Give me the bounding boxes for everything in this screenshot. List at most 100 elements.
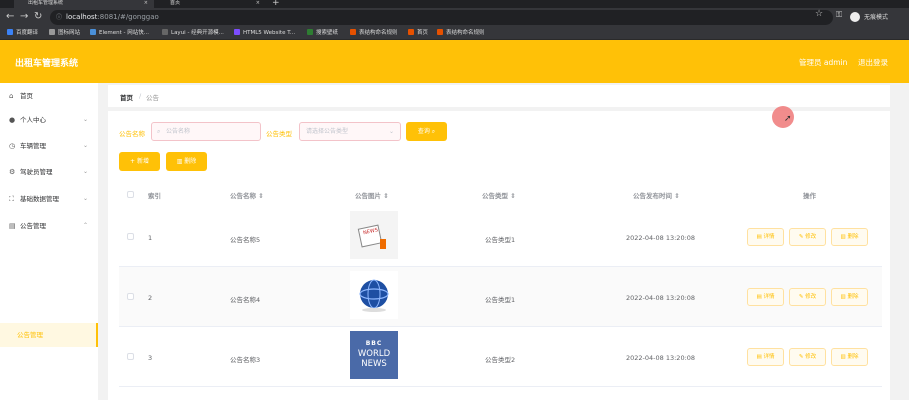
row-notice-type: 公告类型1 — [485, 296, 516, 304]
bookmark-wallpaper[interactable]: 搜索壁纸 — [307, 29, 338, 38]
sidebar-item-personal-center[interactable]: ● 个人中心 ⌄ — [0, 107, 98, 133]
detail-button[interactable]: ▤ 详情 — [747, 228, 784, 246]
bookmark-home[interactable]: 首页 — [408, 29, 428, 38]
row-checkbox[interactable] — [127, 293, 134, 300]
sidebar-item-basic-data[interactable]: ⛶ 基础数据管理 ⌄ — [0, 186, 98, 212]
column-image-label: 公告图片 — [355, 192, 381, 200]
row-checkbox[interactable] — [127, 353, 134, 360]
detail-button[interactable]: ▤ 详情 — [747, 288, 784, 306]
browser-tab-home[interactable]: 首页 × — [156, 0, 266, 8]
bookmark-label: Element - 网站快... — [99, 30, 149, 36]
bookmark-element[interactable]: Element - 网站快... — [90, 29, 149, 38]
column-index[interactable]: 索引 — [148, 190, 161, 200]
sort-icon[interactable]: ⇕ — [510, 192, 515, 200]
row-delete-button[interactable]: ▥ 删除 — [831, 228, 868, 246]
settings-icon: ⚙ — [9, 168, 16, 176]
info-icon[interactable]: ⓘ — [56, 10, 62, 25]
query-button-label: 查询 — [417, 128, 430, 135]
sidebar-subitem-label: 公告管理 — [17, 331, 43, 339]
sidebar: 公告管理 ⌂ 首页 ● 个人中心 ⌄ ◷ 车辆管理 ⌄ ⚙ 驾驶员管理 ⌄ ⛶ 基础数据管理 ⌄ ▤ 公告管理… — [0, 83, 98, 400]
sidebar-subitem-notice-management[interactable]: 公告管理 — [0, 323, 98, 347]
clock-icon: ◷ — [9, 142, 16, 150]
bbc-world-news-logo: BBC WORLD NEWS — [350, 331, 398, 379]
favicon-icon — [7, 29, 13, 35]
bookmark-label: 表结构命名规则 — [359, 30, 398, 36]
column-image[interactable]: 公告图片 ⇕ — [355, 190, 389, 200]
bookmark-table-naming-2[interactable]: 表结构命名规则 — [437, 29, 485, 38]
bookmark-html5[interactable]: HTML5 Website T... — [234, 29, 295, 38]
chevron-down-icon: ⌄ — [83, 168, 89, 175]
row-notice-type: 公告类型1 — [485, 236, 516, 244]
input-placeholder: 公告名称 — [166, 128, 191, 135]
forward-icon[interactable]: → — [20, 11, 28, 23]
bookmark-label: 搜索壁纸 — [316, 30, 339, 36]
query-button[interactable]: 查询 ⌕ — [406, 122, 447, 141]
column-type[interactable]: 公告类型 ⇕ — [482, 190, 516, 200]
browser-tab-active[interactable]: 出租车管理系统 × — [14, 0, 154, 8]
notice-name-input[interactable]: ⌕ 公告名称 — [151, 122, 261, 141]
column-name[interactable]: 公告名称 ⇕ — [230, 190, 264, 200]
add-button-label: 新增 — [136, 158, 149, 165]
bookmark-baidu-translate[interactable]: 百度翻译 — [7, 29, 38, 38]
incognito-label[interactable]: 无痕模式 — [864, 12, 888, 21]
new-tab-icon[interactable]: + — [272, 0, 280, 8]
chevron-down-icon: ⌄ — [83, 116, 89, 123]
sidebar-item-vehicle-management[interactable]: ◷ 车辆管理 ⌄ — [0, 133, 98, 159]
delete-button[interactable]: ▥ 删除 — [166, 152, 207, 171]
sort-icon[interactable]: ⇕ — [258, 192, 263, 200]
table-row: 1 公告名称5 NEWS 公告类型1 2022-04-08 13:20:08 ▤ 详情 ✎ … — [119, 207, 882, 267]
bank-icon: ▤ — [9, 222, 16, 230]
favicon-icon — [437, 29, 443, 35]
favicon-icon — [162, 29, 168, 35]
row-checkbox[interactable] — [127, 233, 134, 240]
bookmark-table-naming[interactable]: 表结构命名规则 — [350, 29, 398, 38]
pencil-icon: ✎ — [798, 354, 804, 360]
detail-button[interactable]: ▤ 详情 — [747, 348, 784, 366]
column-name-label: 公告名称 — [230, 192, 256, 200]
row-notice-name: 公告名称5 — [230, 236, 261, 244]
row-index: 2 — [148, 294, 153, 302]
chevron-down-icon: ⌄ — [388, 128, 394, 135]
select-all-checkbox[interactable] — [127, 191, 134, 198]
edit-button[interactable]: ✎ 修改 — [789, 228, 826, 246]
key-icon[interactable]: ⚿ — [836, 10, 842, 20]
select-placeholder: 请选择公告类型 — [306, 128, 349, 135]
bookmark-layui[interactable]: Layui - 经典开源模... — [162, 29, 224, 38]
tab-title: 首页 — [170, 0, 181, 6]
plus-icon: + — [130, 158, 136, 165]
bookmark-label: 表结构命名规则 — [446, 30, 485, 36]
row-notice-image — [350, 271, 398, 319]
logout-link[interactable]: 退出登录 — [858, 57, 888, 68]
notice-type-select[interactable]: 请选择公告类型 ⌄ — [299, 122, 401, 141]
close-icon[interactable]: × — [144, 0, 148, 7]
edit-button[interactable]: ✎ 修改 — [789, 288, 826, 306]
trash-icon: ▥ — [840, 294, 846, 300]
sort-icon[interactable]: ⇕ — [674, 192, 679, 200]
sidebar-item-driver-management[interactable]: ⚙ 驾驶员管理 ⌄ — [0, 159, 98, 185]
back-icon[interactable]: ← — [6, 11, 14, 23]
reload-icon[interactable]: ↻ — [34, 11, 42, 23]
add-button[interactable]: + 新增 — [119, 152, 160, 171]
trash-icon: ▥ — [840, 354, 846, 360]
detail-button-label: 详情 — [763, 294, 775, 300]
breadcrumb-home[interactable]: 首页 — [120, 92, 133, 102]
row-notice-image: NEWS — [350, 211, 398, 259]
sidebar-item-notice-management[interactable]: ▤ 公告管理 ⌃ — [0, 213, 98, 239]
row-delete-button[interactable]: ▥ 删除 — [831, 348, 868, 366]
favicon-icon — [350, 29, 356, 35]
close-icon[interactable]: × — [256, 0, 260, 7]
sort-icon[interactable]: ⇕ — [383, 192, 388, 200]
sidebar-item-home[interactable]: ⌂ 首页 — [0, 83, 98, 109]
bookmark-icon-site[interactable]: 图标网站 — [49, 29, 80, 38]
sidebar-item-label: 个人中心 — [20, 116, 46, 124]
row-delete-button-label: 删除 — [847, 234, 859, 240]
url-input[interactable]: ⓘ localhost:8081/#/gonggao — [50, 10, 833, 25]
home-icon: ⌂ — [9, 92, 14, 100]
column-time[interactable]: 公告发布时间 ⇕ — [633, 190, 680, 200]
edit-button[interactable]: ✎ 修改 — [789, 348, 826, 366]
globe-icon — [350, 271, 398, 319]
incognito-icon[interactable] — [850, 12, 860, 22]
row-delete-button[interactable]: ▥ 删除 — [831, 288, 868, 306]
bookmark-star-icon[interactable]: ☆ — [815, 9, 823, 19]
bookmark-label: Layui - 经典开源模... — [171, 30, 224, 36]
